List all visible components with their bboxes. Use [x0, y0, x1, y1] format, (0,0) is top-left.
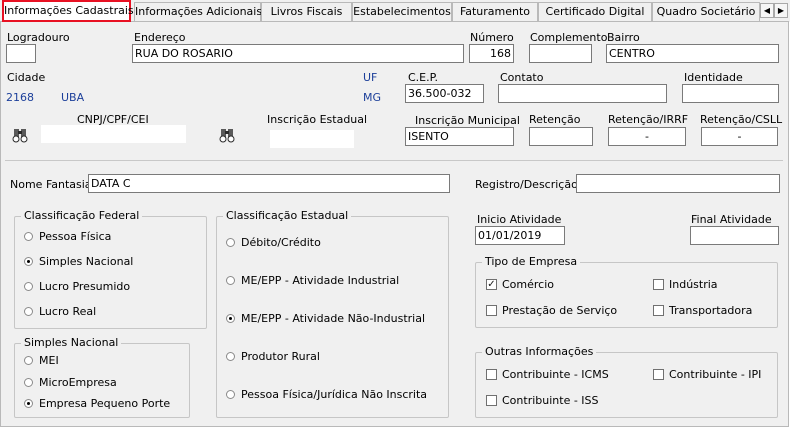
- nome-fantasia-label: Nome Fantasia:: [10, 178, 96, 191]
- checkbox-industria-label[interactable]: Indústria: [669, 278, 718, 291]
- tipo-empresa-group: Tipo de Empresa: [475, 255, 778, 328]
- inicio-atividade-label: Inicio Atividade: [477, 213, 562, 226]
- retencao-irrf-field[interactable]: -: [608, 127, 686, 146]
- retencao-irrf-label: Retenção/IRRF: [608, 113, 689, 126]
- radio-pessoa-nao-inscrita[interactable]: [226, 390, 235, 399]
- uf-value: MG: [363, 91, 382, 104]
- checkbox-prestacao-servico[interactable]: [486, 305, 497, 316]
- simples-nacional-title: Simples Nacional: [21, 336, 122, 349]
- radio-mei[interactable]: [24, 356, 33, 365]
- tab-quadro-societario[interactable]: Quadro Societário: [652, 2, 760, 21]
- radio-mei-label[interactable]: MEI: [39, 354, 59, 367]
- final-atividade-label: Final Atividade: [691, 213, 772, 226]
- checkbox-contribuinte-iss-label[interactable]: Contribuinte - ISS: [502, 394, 599, 407]
- radio-empresa-pequeno-porte[interactable]: [24, 399, 33, 408]
- cep-label: C.E.P.: [408, 71, 439, 84]
- logradouro-label: Logradouro: [7, 31, 70, 44]
- radio-lucro-presumido[interactable]: [24, 282, 33, 291]
- tab-scroll-left-icon[interactable]: ◀: [760, 3, 774, 18]
- inscricao-estadual-field[interactable]: [270, 130, 354, 148]
- registro-label: Registro/Descrição:: [475, 178, 582, 191]
- cep-field[interactable]: 36.500-032: [405, 84, 484, 103]
- classificacao-federal-title: Classificação Federal: [21, 209, 143, 222]
- radio-lucro-real[interactable]: [24, 307, 33, 316]
- radio-me-epp-nao-industrial-label[interactable]: ME/EPP - Atividade Não-Industrial: [241, 312, 425, 325]
- checkbox-comercio[interactable]: ✓: [486, 279, 497, 290]
- radio-microempresa-label[interactable]: MicroEmpresa: [39, 376, 117, 389]
- complemento-label: Complemento: [530, 31, 608, 44]
- radio-produtor-rural-label[interactable]: Produtor Rural: [241, 350, 320, 363]
- inicio-atividade-field[interactable]: 01/01/2019: [475, 226, 565, 245]
- radio-empresa-pequeno-porte-label[interactable]: Empresa Pequeno Porte: [39, 397, 170, 410]
- registro-field[interactable]: [576, 174, 780, 193]
- identidade-field[interactable]: [682, 84, 779, 103]
- bairro-field[interactable]: CENTRO: [606, 44, 779, 63]
- inscricao-estadual-label: Inscrição Estadual: [267, 113, 368, 126]
- numero-field[interactable]: 168: [469, 44, 514, 63]
- checkbox-contribuinte-icms[interactable]: [486, 369, 497, 380]
- radio-me-epp-nao-industrial[interactable]: [226, 314, 235, 323]
- inscricao-municipal-label: Inscrição Municipal: [415, 114, 520, 127]
- checkbox-industria[interactable]: [653, 279, 664, 290]
- endereco-field[interactable]: RUA DO ROSARIO: [132, 44, 464, 63]
- radio-pessoa-fisica-label[interactable]: Pessoa Física: [39, 230, 111, 243]
- radio-debito-credito-label[interactable]: Débito/Crédito: [241, 236, 321, 249]
- checkbox-transportadora[interactable]: [653, 305, 664, 316]
- cidade-nome: UBA: [61, 91, 85, 104]
- radio-lucro-real-label[interactable]: Lucro Real: [39, 305, 96, 318]
- tab-informacoes-adicionais[interactable]: Informações Adicionais: [134, 2, 262, 21]
- outras-informacoes-title: Outras Informações: [482, 345, 597, 358]
- divider: [5, 160, 783, 161]
- tipo-empresa-title: Tipo de Empresa: [482, 255, 581, 268]
- retencao-csll-field[interactable]: -: [701, 127, 778, 146]
- tab-informacoes-cadastrais[interactable]: Informações Cadastrais: [2, 0, 134, 22]
- radio-debito-credito[interactable]: [226, 238, 235, 247]
- checkbox-comercio-label[interactable]: Comércio: [502, 278, 554, 291]
- checkbox-contribuinte-ipi[interactable]: [653, 369, 664, 380]
- radio-pessoa-nao-inscrita-label[interactable]: Pessoa Física/Jurídica Não Inscrita: [241, 388, 427, 401]
- cnpj-field[interactable]: [41, 125, 186, 143]
- nome-fantasia-field[interactable]: DATA C: [88, 174, 450, 193]
- uf-label: UF: [363, 71, 378, 84]
- retencao-field[interactable]: [529, 127, 593, 146]
- radio-simples-nacional-label[interactable]: Simples Nacional: [39, 255, 133, 268]
- lookup-inscricao-icon[interactable]: [218, 127, 236, 143]
- cidade-codigo: 2168: [6, 91, 34, 104]
- checkbox-prestacao-servico-label[interactable]: Prestação de Serviço: [502, 304, 617, 317]
- radio-me-epp-industrial-label[interactable]: ME/EPP - Atividade Industrial: [241, 274, 399, 287]
- radio-simples-nacional[interactable]: [24, 257, 33, 266]
- checkbox-transportadora-label[interactable]: Transportadora: [669, 304, 752, 317]
- radio-lucro-presumido-label[interactable]: Lucro Presumido: [39, 280, 130, 293]
- retencao-label: Retenção: [529, 113, 581, 126]
- contato-field[interactable]: [498, 84, 667, 103]
- numero-label: Número: [470, 31, 514, 44]
- retencao-csll-label: Retenção/CSLL: [700, 113, 783, 126]
- radio-microempresa[interactable]: [24, 378, 33, 387]
- lookup-cnpj-icon[interactable]: [11, 127, 29, 143]
- radio-me-epp-industrial[interactable]: [226, 276, 235, 285]
- radio-pessoa-fisica[interactable]: [24, 232, 33, 241]
- tab-certificado-digital[interactable]: Certificado Digital: [538, 2, 652, 21]
- radio-produtor-rural[interactable]: [226, 352, 235, 361]
- checkbox-contribuinte-iss[interactable]: [486, 395, 497, 406]
- bairro-label: Bairro: [607, 31, 640, 44]
- inscricao-municipal-field[interactable]: ISENTO: [405, 127, 514, 146]
- logradouro-field[interactable]: [6, 44, 36, 63]
- classificacao-estadual-title: Classificação Estadual: [223, 209, 352, 222]
- contato-label: Contato: [500, 71, 544, 84]
- tab-scroll-right-icon[interactable]: ▶: [774, 3, 788, 18]
- tab-estabelecimentos[interactable]: Estabelecimentos: [352, 2, 452, 21]
- identidade-label: Identidade: [684, 71, 743, 84]
- endereco-label: Endereço: [134, 31, 186, 44]
- cidade-label: Cidade: [7, 71, 46, 84]
- checkbox-contribuinte-ipi-label[interactable]: Contribuinte - IPI: [669, 368, 761, 381]
- tab-livros-fiscais[interactable]: Livros Fiscais: [261, 2, 352, 21]
- final-atividade-field[interactable]: [690, 226, 779, 245]
- tab-faturamento[interactable]: Faturamento: [452, 2, 538, 21]
- tab-bar: Informações Cadastrais Informações Adici…: [0, 0, 790, 22]
- outras-informacoes-group: Outras Informações: [475, 345, 778, 418]
- complemento-field[interactable]: [529, 44, 592, 63]
- checkbox-contribuinte-icms-label[interactable]: Contribuinte - ICMS: [502, 368, 609, 381]
